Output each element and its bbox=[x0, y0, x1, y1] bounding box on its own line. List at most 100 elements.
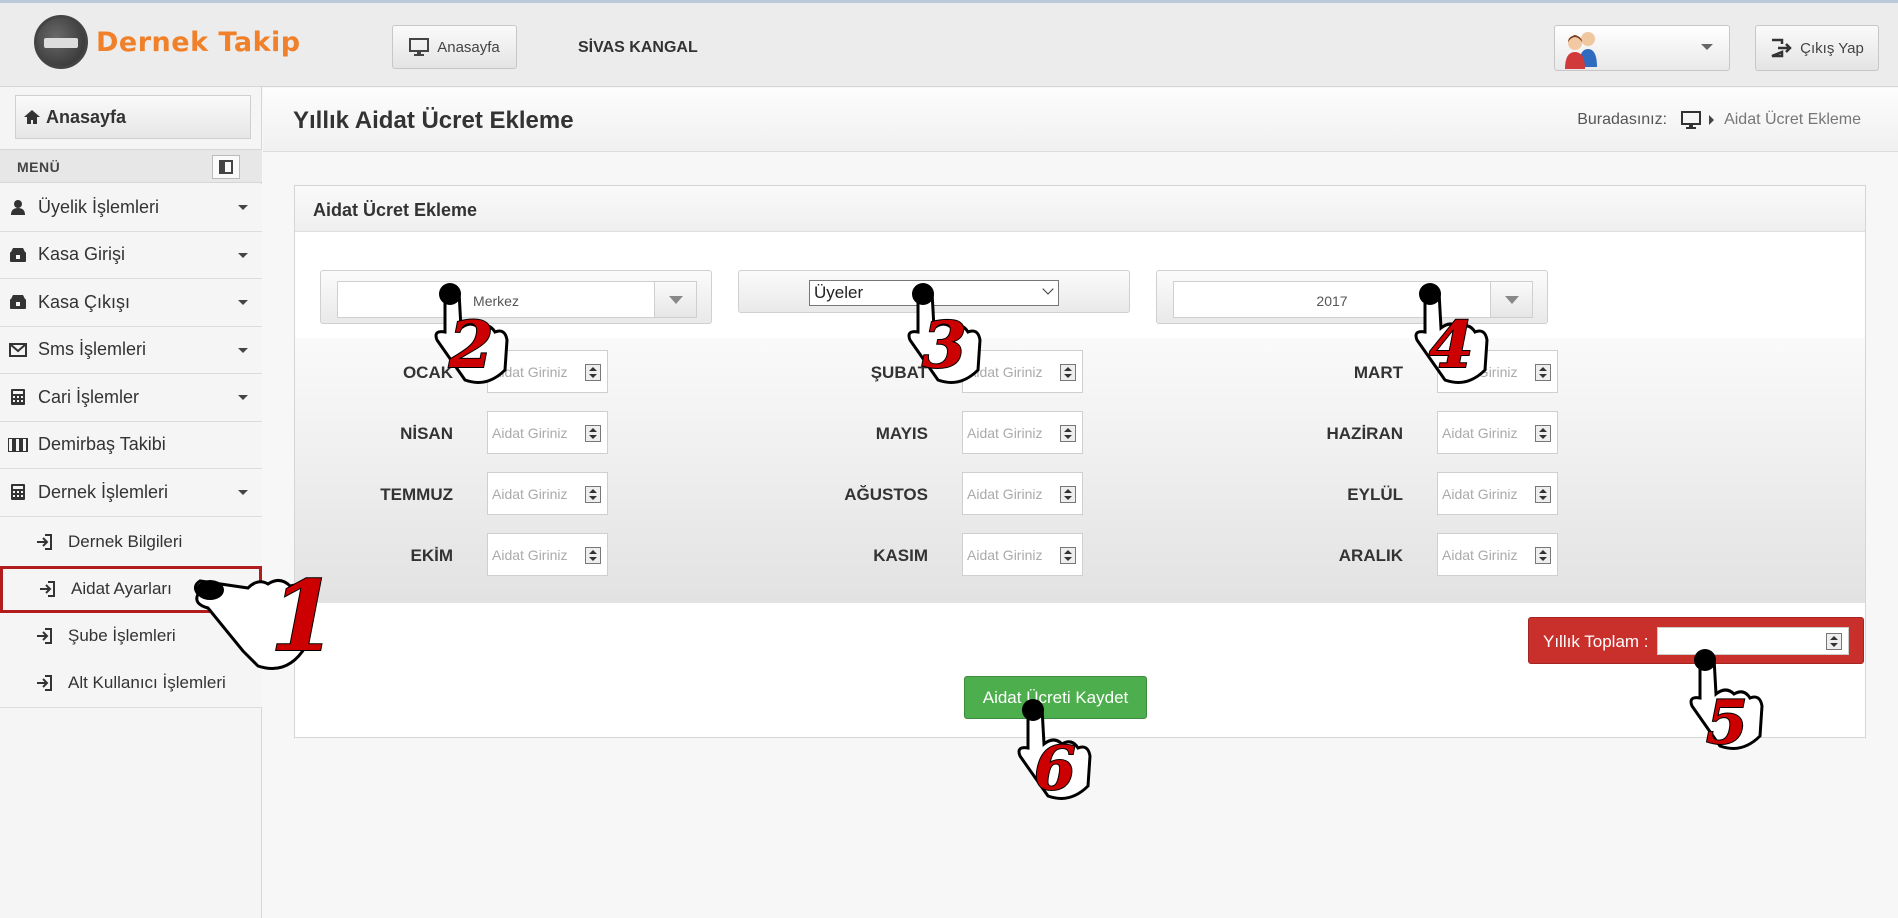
callout-number: 6 bbox=[1033, 733, 1077, 805]
spinner-icon[interactable] bbox=[585, 364, 601, 381]
sidebar-item-kasa-cikisi[interactable]: Kasa Çıkışı bbox=[0, 279, 262, 327]
spinner-icon[interactable] bbox=[1826, 633, 1842, 650]
fee-placeholder: Aidat Giriniz bbox=[1442, 425, 1518, 441]
spinner-icon[interactable] bbox=[1060, 547, 1076, 564]
sign-in-icon bbox=[37, 628, 52, 644]
callout-step-4: 4 bbox=[1405, 280, 1495, 395]
month-label: HAZİRAN bbox=[1326, 424, 1404, 443]
page-header: Yıllık Aidat Ücret Ekleme Buradasınız: A… bbox=[263, 88, 1898, 152]
callout-step-2: 2 bbox=[425, 280, 515, 395]
month-fee-input[interactable]: Aidat Giriniz bbox=[962, 411, 1083, 454]
sidebar-item-dernek-islemleri[interactable]: Dernek İşlemleri bbox=[0, 469, 262, 517]
submenu-item-label: Dernek Bilgileri bbox=[68, 532, 183, 551]
fee-placeholder: Aidat Giriniz bbox=[492, 547, 568, 563]
sidebar-item-cari[interactable]: Cari İşlemler bbox=[0, 374, 262, 422]
menu-header: MENÜ bbox=[0, 149, 262, 183]
spinner-icon[interactable] bbox=[1535, 486, 1551, 503]
sidebar-item-label: Üyelik İşlemleri bbox=[38, 196, 160, 217]
sidebar-collapse-button[interactable] bbox=[212, 155, 240, 179]
breadcrumb-current: Aidat Ücret Ekleme bbox=[1724, 111, 1861, 128]
sidebar-item-label: Demirbaş Takibi bbox=[38, 434, 166, 455]
month-field-group: NİSAN Aidat Giriniz bbox=[288, 411, 608, 454]
month-field-group: EYLÜL Aidat Giriniz bbox=[1238, 472, 1558, 515]
branch-filter: Merkez bbox=[320, 270, 712, 324]
branch-combobox[interactable]: Merkez bbox=[337, 281, 697, 318]
inventory-icon bbox=[8, 437, 28, 452]
sidebar-item-label: Kasa Girişi bbox=[38, 244, 126, 265]
month-fee-input[interactable]: Aidat Giriniz bbox=[962, 533, 1083, 576]
monitor-icon bbox=[409, 38, 430, 56]
annual-total-label: Yıllık Toplam : bbox=[1543, 632, 1649, 651]
spinner-icon[interactable] bbox=[585, 425, 601, 442]
sidebar-item-demirbas[interactable]: Demirbaş Takibi bbox=[0, 421, 262, 469]
callout-step-5: 5 bbox=[1680, 646, 1770, 761]
logout-label: Çıkış Yap bbox=[1800, 39, 1864, 57]
logo[interactable]: Dernek Takip bbox=[34, 15, 301, 69]
top-home-button[interactable]: Anasayfa bbox=[392, 25, 517, 69]
month-grid: OCAKAidat GirinizŞUBATAidat GirinizMARTA… bbox=[295, 338, 1865, 603]
fee-placeholder: Aidat Giriniz bbox=[492, 486, 568, 502]
caret-down-icon bbox=[238, 205, 248, 210]
month-label: AĞUSTOS bbox=[844, 485, 928, 504]
callout-step-1: 1 bbox=[188, 556, 348, 691]
breadcrumb-prefix: Buradasınız: bbox=[1577, 111, 1668, 128]
month-fee-input[interactable]: Aidat Giriniz bbox=[1437, 411, 1558, 454]
fee-placeholder: Aidat Giriniz bbox=[1442, 486, 1518, 502]
logout-icon bbox=[1771, 38, 1792, 58]
monitor-icon[interactable] bbox=[1681, 111, 1702, 129]
dropdown-arrow-icon[interactable] bbox=[1490, 282, 1532, 317]
month-label: TEMMUZ bbox=[380, 485, 453, 504]
spinner-icon[interactable] bbox=[1535, 547, 1551, 564]
callout-number: 2 bbox=[448, 307, 495, 384]
month-field-group: KASIM Aidat Giriniz bbox=[763, 533, 1083, 576]
sidebar-item-kasa-girisi[interactable]: Kasa Girişi bbox=[0, 231, 262, 279]
month-field-group: MARTAidat Giriniz bbox=[1238, 350, 1558, 393]
fee-placeholder: Aidat Giriniz bbox=[967, 486, 1043, 502]
spinner-icon[interactable] bbox=[1535, 425, 1551, 442]
month-fee-input[interactable]: Aidat Giriniz bbox=[962, 472, 1083, 515]
sign-in-icon bbox=[37, 675, 52, 691]
month-field-group: TEMMUZ Aidat Giriniz bbox=[288, 472, 608, 515]
top-home-label: Anasayfa bbox=[437, 38, 500, 56]
caret-down-icon bbox=[238, 490, 248, 495]
envelope-icon bbox=[9, 342, 27, 357]
logo-emblem-icon bbox=[34, 15, 88, 69]
dropdown-arrow-icon[interactable] bbox=[654, 282, 696, 317]
callout-number: 5 bbox=[1705, 687, 1749, 759]
month-fee-input[interactable]: Aidat Giriniz bbox=[487, 472, 608, 515]
month-field-group: MAYIS Aidat Giriniz bbox=[763, 411, 1083, 454]
month-fee-input[interactable]: Aidat Giriniz bbox=[1437, 472, 1558, 515]
user-icon bbox=[11, 200, 25, 216]
members-value: Üyeler bbox=[814, 283, 864, 302]
spinner-icon[interactable] bbox=[1060, 364, 1076, 381]
submenu-item-label: Şube İşlemleri bbox=[68, 626, 176, 645]
logout-button[interactable]: Çıkış Yap bbox=[1755, 25, 1879, 71]
callout-number: 1 bbox=[269, 559, 338, 674]
panel-title: Aidat Ücret Ekleme bbox=[295, 186, 1865, 232]
spinner-icon[interactable] bbox=[1060, 425, 1076, 442]
month-label: KASIM bbox=[873, 546, 928, 565]
month-fee-input[interactable]: Aidat Giriniz bbox=[487, 411, 608, 454]
spinner-icon[interactable] bbox=[1535, 364, 1551, 381]
sidebar-home-button[interactable]: Anasayfa bbox=[15, 95, 251, 139]
page-title: Yıllık Aidat Ücret Ekleme bbox=[293, 107, 574, 134]
spinner-icon[interactable] bbox=[585, 547, 601, 564]
sidebar-item-label: Dernek İşlemleri bbox=[38, 481, 169, 502]
user-menu[interactable] bbox=[1554, 25, 1730, 71]
top-bar: Dernek Takip Anasayfa SİVAS KANGAL Çıkış… bbox=[0, 0, 1898, 87]
users-avatar-icon bbox=[1565, 32, 1597, 69]
cash-in-icon bbox=[10, 247, 26, 262]
fee-placeholder: Aidat Giriniz bbox=[967, 547, 1043, 563]
sidebar-item-uyelik[interactable]: Üyelik İşlemleri bbox=[0, 184, 262, 232]
menu-label: MENÜ bbox=[17, 159, 61, 175]
caret-down-icon bbox=[238, 347, 248, 353]
spinner-icon[interactable] bbox=[1060, 486, 1076, 503]
caret-down-icon bbox=[238, 395, 248, 400]
sign-in-icon bbox=[40, 581, 55, 597]
callout-step-6: 6 bbox=[1008, 696, 1098, 811]
spinner-icon[interactable] bbox=[585, 486, 601, 503]
layout-icon bbox=[219, 160, 233, 174]
month-fee-input[interactable]: Aidat Giriniz bbox=[1437, 533, 1558, 576]
month-fee-input[interactable]: Aidat Giriniz bbox=[487, 533, 608, 576]
sidebar-item-sms[interactable]: Sms İşlemleri bbox=[0, 326, 262, 374]
